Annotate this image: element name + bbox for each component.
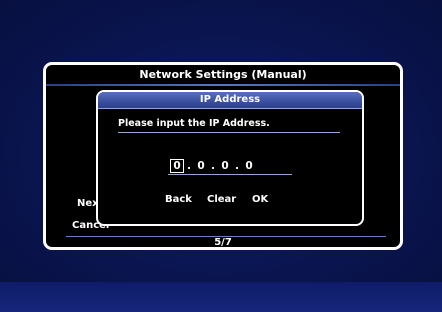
dialog-title: Network Settings (Manual) [139, 68, 307, 81]
ip-separator: . [235, 160, 239, 172]
ip-dialog-title: IP Address [98, 92, 362, 108]
page-indicator: 5/7 [214, 237, 232, 248]
prompt-divider [118, 132, 340, 133]
ip-title-divider [98, 108, 362, 109]
ok-button[interactable]: OK [252, 194, 268, 206]
ip-prompt: Please input the IP Address. [118, 118, 270, 129]
ip-address-input[interactable]: 0.0.0.0 [170, 158, 256, 174]
ip-octet-2[interactable]: 0 [194, 158, 208, 174]
ip-address-dialog: IP Address Please input the IP Address. … [96, 90, 364, 226]
ip-octet-4[interactable]: 0 [242, 158, 256, 174]
ip-separator: . [187, 160, 191, 172]
ip-separator: . [211, 160, 215, 172]
ip-octet-1[interactable]: 0 [170, 159, 184, 173]
tv-screen: Network Settings (Manual) Next Cancel 5/… [0, 0, 442, 312]
clear-button[interactable]: Clear [207, 194, 236, 206]
ip-octet-3[interactable]: 0 [218, 158, 232, 174]
title-divider [46, 84, 400, 86]
back-button[interactable]: Back [165, 194, 192, 206]
ip-underline [168, 174, 292, 175]
bottom-band [0, 282, 442, 312]
